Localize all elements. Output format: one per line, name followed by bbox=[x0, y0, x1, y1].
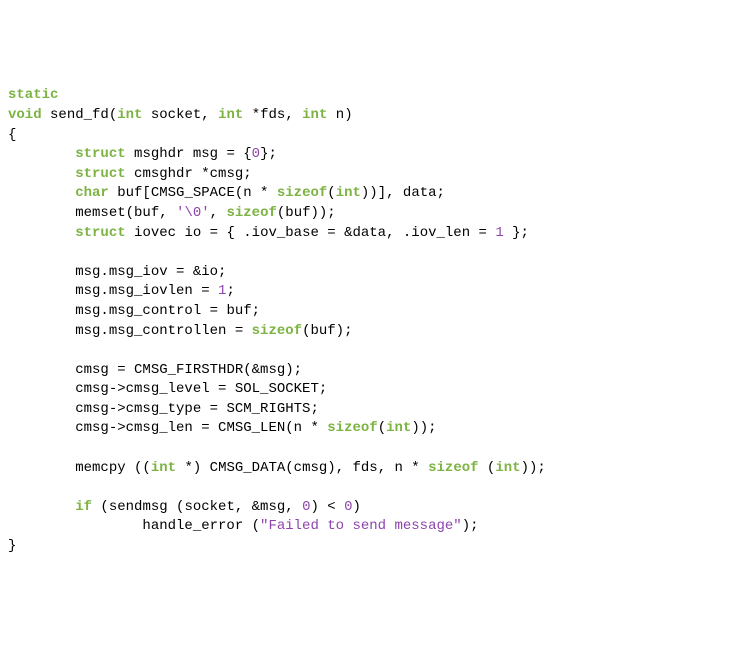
keyword-int: int bbox=[151, 460, 176, 476]
text: handle_error ( bbox=[142, 518, 260, 534]
keyword-int: int bbox=[386, 420, 411, 436]
text: }; bbox=[260, 146, 277, 162]
text: ) bbox=[344, 107, 352, 123]
text: memcpy (( bbox=[75, 460, 151, 476]
char-literal: '\0' bbox=[176, 205, 210, 221]
keyword-struct: struct bbox=[75, 146, 125, 162]
keyword-int: int bbox=[218, 107, 243, 123]
close-brace: } bbox=[8, 538, 16, 554]
text: , bbox=[285, 107, 302, 123]
text: *) CMSG_DATA(cmsg), fds, n * bbox=[176, 460, 428, 476]
text: ( bbox=[327, 185, 335, 201]
param: n bbox=[336, 107, 344, 123]
function-name: send_fd bbox=[50, 107, 109, 123]
keyword-if: if bbox=[75, 499, 92, 515]
number-literal: 0 bbox=[344, 499, 352, 515]
text: memset(buf, bbox=[75, 205, 176, 221]
param: socket bbox=[151, 107, 201, 123]
code-block: static void send_fd(int socket, int *fds… bbox=[8, 86, 740, 556]
text: msg.msg_iovlen = bbox=[75, 283, 218, 299]
text: )); bbox=[411, 420, 436, 436]
keyword-struct: struct bbox=[75, 166, 125, 182]
text bbox=[327, 107, 335, 123]
text: msghdr msg = { bbox=[126, 146, 252, 162]
text: cmsg->cmsg_type = SCM_RIGHTS; bbox=[75, 401, 319, 417]
text: , bbox=[210, 205, 227, 221]
number-literal: 1 bbox=[495, 225, 503, 241]
text: * bbox=[243, 107, 260, 123]
text: iovec io = { .iov_base = &data, .iov_len… bbox=[126, 225, 496, 241]
text: buf[CMSG_SPACE(n * bbox=[109, 185, 277, 201]
text: msg.msg_controllen = bbox=[75, 323, 251, 339]
text bbox=[42, 107, 50, 123]
text: (buf); bbox=[302, 323, 352, 339]
keyword-int: int bbox=[336, 185, 361, 201]
text: msg.msg_iov = &io; bbox=[75, 264, 226, 280]
text: ))], data; bbox=[361, 185, 445, 201]
keyword-char: char bbox=[75, 185, 109, 201]
keyword-void: void bbox=[8, 107, 42, 123]
text: ); bbox=[462, 518, 479, 534]
keyword-sizeof: sizeof bbox=[226, 205, 276, 221]
text bbox=[142, 107, 150, 123]
text: ( bbox=[479, 460, 496, 476]
text: }; bbox=[504, 225, 529, 241]
keyword-int: int bbox=[117, 107, 142, 123]
text: cmsg = CMSG_FIRSTHDR(&msg); bbox=[75, 362, 302, 378]
keyword-static: static bbox=[8, 87, 58, 103]
text: ; bbox=[226, 283, 234, 299]
open-brace: { bbox=[8, 127, 16, 143]
keyword-sizeof: sizeof bbox=[428, 460, 478, 476]
text: ( bbox=[378, 420, 386, 436]
text: (buf)); bbox=[277, 205, 336, 221]
text: cmsg->cmsg_level = SOL_SOCKET; bbox=[75, 381, 327, 397]
text: ) bbox=[353, 499, 361, 515]
text: (sendmsg (socket, &msg, bbox=[92, 499, 302, 515]
keyword-int: int bbox=[302, 107, 327, 123]
text: ) < bbox=[310, 499, 344, 515]
text: cmsg->cmsg_len = CMSG_LEN(n * bbox=[75, 420, 327, 436]
param: fds bbox=[260, 107, 285, 123]
text: msg.msg_control = buf; bbox=[75, 303, 260, 319]
keyword-struct: struct bbox=[75, 225, 125, 241]
text: ( bbox=[109, 107, 117, 123]
keyword-sizeof: sizeof bbox=[327, 420, 377, 436]
text: , bbox=[201, 107, 218, 123]
keyword-sizeof: sizeof bbox=[252, 323, 302, 339]
keyword-sizeof: sizeof bbox=[277, 185, 327, 201]
number-literal: 0 bbox=[252, 146, 260, 162]
text: )); bbox=[521, 460, 546, 476]
string-literal: "Failed to send message" bbox=[260, 518, 462, 534]
text: cmsghdr *cmsg; bbox=[126, 166, 252, 182]
keyword-int: int bbox=[495, 460, 520, 476]
